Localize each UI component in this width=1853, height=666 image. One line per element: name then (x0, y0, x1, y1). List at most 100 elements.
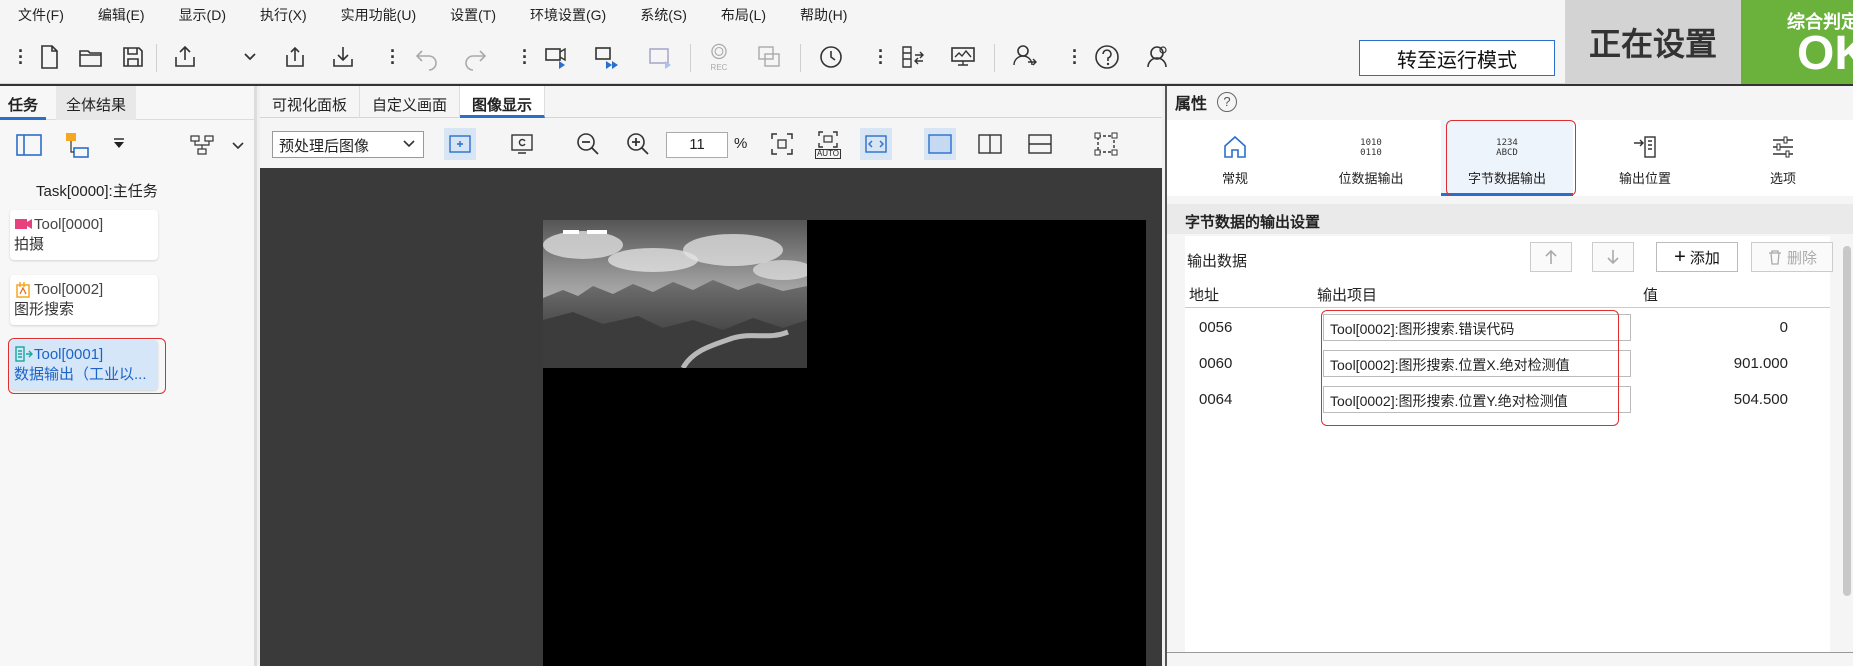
upload-icon[interactable] (278, 40, 312, 74)
menu-environment[interactable]: 环境设置(G) (530, 5, 606, 25)
tool-card-data-output[interactable]: Tool[0001] 数据输出（工业以... (10, 340, 158, 390)
download-icon[interactable] (326, 40, 360, 74)
image-display-panel: 可视化面板 自定义画面 图像显示 预处理后图像 11 % AUTO (260, 86, 1162, 666)
captured-image (543, 220, 807, 368)
tab-visual-panel[interactable]: 可视化面板 (260, 86, 361, 118)
row-output-item[interactable]: Tool[0002]:图形搜索.位置Y.绝对检测值 (1323, 386, 1631, 413)
auto-label: AUTO (814, 149, 842, 159)
image-canvas[interactable] (260, 168, 1162, 666)
camera-icon (15, 219, 32, 229)
table-row[interactable]: 0060 Tool[0002]:图形搜索.位置X.绝对检测值 901.000 (1185, 346, 1830, 382)
image-type-select[interactable]: 预处理后图像 (272, 131, 424, 158)
help-icon[interactable] (1090, 40, 1124, 74)
menu-edit[interactable]: 编辑(E) (98, 5, 145, 25)
menu-utilities[interactable]: 实用功能(U) (341, 5, 416, 25)
tool-name: 图形搜索 (14, 301, 75, 318)
tab-options[interactable]: 选项 (1717, 120, 1849, 196)
zoom-out-icon[interactable] (572, 128, 604, 160)
move-down-button[interactable] (1592, 242, 1634, 272)
arrow-up-icon (1545, 249, 1557, 264)
split-vertical-icon[interactable] (974, 128, 1006, 160)
user-switch-icon[interactable] (1008, 40, 1042, 74)
record-icon[interactable]: REC (702, 40, 736, 74)
zoom-input[interactable]: 11 (666, 132, 728, 158)
tool-card-pattern-search[interactable]: Tool[0002] 图形搜索 (10, 275, 158, 325)
switch-to-run-mode-button[interactable]: 转至运行模式 (1359, 40, 1555, 76)
refresh-icon[interactable] (814, 40, 848, 74)
zoom-unit: % (734, 135, 748, 152)
support-icon[interactable] (1140, 40, 1174, 74)
menu-system[interactable]: 系统(S) (640, 5, 687, 25)
tab-output-position[interactable]: 输出位置 (1579, 120, 1711, 196)
pattern-search-icon (16, 282, 30, 298)
fit-screen-icon[interactable] (766, 128, 798, 160)
panel-layout-icon[interactable] (14, 130, 44, 160)
crosshair-icon[interactable] (444, 128, 476, 160)
auto-fit-icon[interactable]: AUTO (812, 128, 844, 160)
tab-custom-screen[interactable]: 自定义画面 (360, 86, 461, 118)
overall-judgement-indicator: 综合判定 OK (1741, 0, 1853, 84)
tab-tasks[interactable]: 任务 (0, 86, 47, 120)
export-icon[interactable] (168, 40, 202, 74)
delete-button[interactable]: 删除 (1751, 242, 1833, 272)
row-output-item[interactable]: Tool[0002]:图形搜索.位置X.绝对检测值 (1323, 350, 1631, 377)
menu-file[interactable]: 文件(F) (18, 5, 64, 25)
move-up-button[interactable] (1530, 242, 1572, 272)
main-toolbar: · · · · · · · · · REC · · · · · · 转至运行模式 (0, 30, 1565, 84)
zoom-in-icon[interactable] (622, 128, 654, 160)
tree-view-icon[interactable] (188, 130, 218, 160)
tab-byte-output[interactable]: 1234 ABCD 字节数据输出 (1441, 120, 1573, 196)
output-position-icon (1579, 132, 1711, 162)
tab-image-display[interactable]: 图像显示 (460, 86, 546, 118)
run-image-icon[interactable] (644, 40, 678, 74)
task-title[interactable]: Task[0000]:主任务 (36, 180, 158, 201)
tab-bit-output[interactable]: 1010 0110 位数据输出 (1305, 120, 1437, 196)
redo-icon[interactable] (458, 40, 492, 74)
row-address: 0060 (1199, 355, 1233, 372)
continuous-capture-icon[interactable] (590, 40, 624, 74)
chevron-down-icon[interactable] (228, 130, 248, 160)
undo-icon[interactable] (410, 40, 444, 74)
table-row[interactable]: 0064 Tool[0002]:图形搜索.位置Y.绝对检测值 504.500 (1185, 382, 1830, 418)
svg-text:0110: 0110 (1360, 148, 1382, 158)
region-select-icon[interactable] (1090, 128, 1122, 160)
menu-execute[interactable]: 执行(X) (260, 5, 307, 25)
capture-icon[interactable] (540, 40, 574, 74)
split-horizontal-icon[interactable] (1024, 128, 1056, 160)
column-header-item: 输出项目 (1317, 287, 1378, 304)
menu-bar: 文件(F) 编辑(E) 显示(D) 执行(X) 实用功能(U) 设置(T) 环境… (0, 0, 1565, 30)
menu-display[interactable]: 显示(D) (179, 5, 226, 25)
menu-help[interactable]: 帮助(H) (800, 5, 847, 25)
toolbar-separator (156, 44, 157, 72)
tab-general[interactable]: 常规 (1169, 120, 1301, 196)
image-type-value: 预处理后图像 (279, 138, 370, 155)
row-value: 901.000 (1733, 355, 1788, 372)
link-view-icon[interactable] (860, 128, 892, 160)
dropdown-arrow-icon[interactable] (104, 130, 134, 160)
new-file-icon[interactable] (32, 40, 66, 74)
save-icon[interactable] (116, 40, 150, 74)
image-list-icon[interactable] (752, 40, 786, 74)
help-icon[interactable]: ? (1217, 92, 1238, 112)
scrollbar[interactable] (1843, 246, 1851, 596)
menu-layout[interactable]: 布局(L) (721, 5, 766, 25)
add-button[interactable]: + 添加 (1656, 242, 1738, 272)
image-refresh-icon[interactable] (506, 128, 538, 160)
properties-panel: 属性? 常规 1010 0110 位数据输出 1234 ABCD 字节数据输出 输出… (1165, 86, 1853, 666)
output-data-label: 输出数据 (1187, 253, 1248, 270)
table-row[interactable]: 0056 Tool[0002]:图形搜索.错误代码 0 (1185, 310, 1830, 346)
add-tool-icon[interactable] (62, 130, 92, 160)
tab-label: 字节数据输出 (1467, 171, 1546, 186)
menu-settings[interactable]: 设置(T) (450, 5, 496, 25)
single-view-icon[interactable] (924, 128, 956, 160)
svg-text:ABCD: ABCD (1496, 148, 1518, 158)
tab-all-results[interactable]: 全体结果 (56, 86, 137, 120)
open-folder-icon[interactable] (74, 40, 108, 74)
toolbar-grip-icon: · · · (390, 41, 396, 73)
monitor-icon[interactable] (946, 40, 980, 74)
chevron-down-icon[interactable] (240, 40, 260, 74)
column-header-value: 值 (1643, 287, 1659, 304)
row-output-item[interactable]: Tool[0002]:图形搜索.错误代码 (1323, 314, 1631, 341)
tool-card-capture[interactable]: Tool[0000] 拍摄 (10, 210, 158, 260)
data-swap-icon[interactable] (896, 40, 930, 74)
